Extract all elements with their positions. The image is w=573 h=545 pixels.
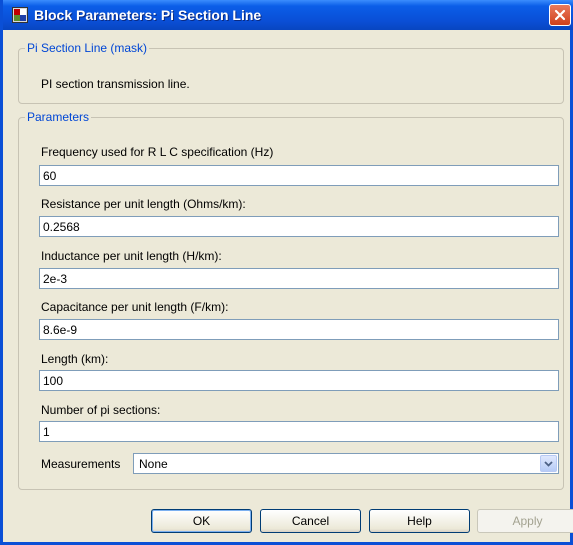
apply-button[interactable]: Apply — [477, 509, 573, 533]
length-input[interactable] — [39, 370, 559, 391]
frequency-input[interactable] — [39, 165, 559, 186]
ok-button[interactable]: OK — [151, 509, 252, 533]
pi-sections-label: Number of pi sections: — [41, 403, 161, 417]
mask-description: PI section transmission line. — [41, 77, 190, 91]
mask-legend: Pi Section Line (mask) — [27, 41, 148, 55]
resistance-input[interactable] — [39, 216, 559, 237]
title-bar[interactable]: Block Parameters: Pi Section Line — [3, 0, 573, 30]
simulink-block-icon — [12, 7, 28, 23]
capacitance-input[interactable] — [39, 319, 559, 340]
window-title: Block Parameters: Pi Section Line — [34, 7, 262, 23]
help-button[interactable]: Help — [369, 509, 470, 533]
measurements-dropdown[interactable]: None — [133, 453, 559, 474]
parameters-legend: Parameters — [27, 110, 90, 124]
measurements-value: None — [139, 457, 168, 471]
pi-sections-input[interactable] — [39, 421, 559, 442]
chevron-down-icon — [544, 461, 553, 467]
resistance-label: Resistance per unit length (Ohms/km): — [41, 197, 246, 211]
measurements-label: Measurements — [41, 457, 121, 471]
frequency-label: Frequency used for R L C specification (… — [41, 145, 274, 159]
dropdown-arrow-button[interactable] — [540, 455, 557, 472]
close-button[interactable] — [549, 4, 571, 26]
inductance-label: Inductance per unit length (H/km): — [41, 249, 222, 263]
close-icon — [554, 9, 566, 21]
inductance-input[interactable] — [39, 268, 559, 289]
cancel-button[interactable]: Cancel — [260, 509, 361, 533]
block-parameters-dialog: Block Parameters: Pi Section Line Pi Sec… — [0, 0, 573, 545]
length-label: Length (km): — [41, 352, 109, 366]
capacitance-label: Capacitance per unit length (F/km): — [41, 300, 229, 314]
mask-group: Pi Section Line (mask) — [18, 41, 564, 104]
